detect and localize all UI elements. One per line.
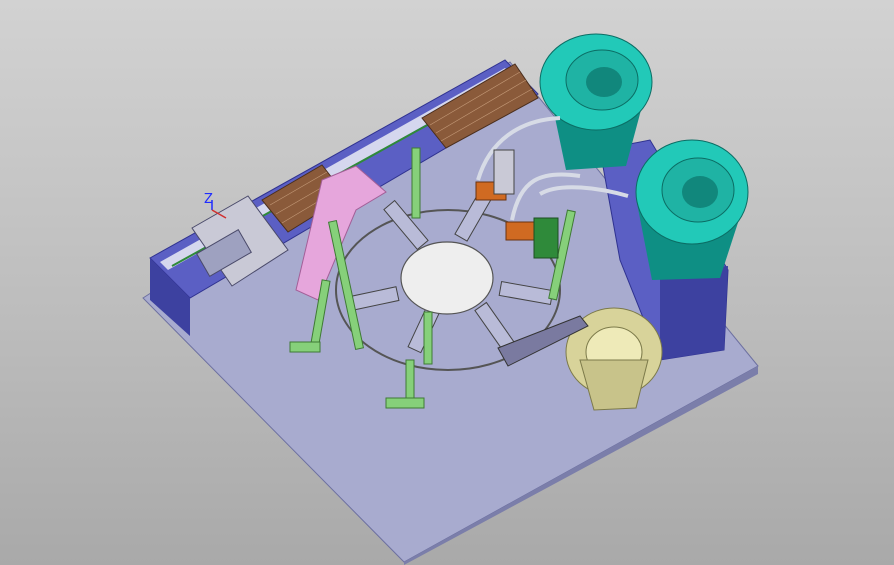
assembly-model[interactable]	[0, 0, 894, 565]
triad-z-label: Z	[204, 192, 213, 207]
vibratory-feeder-bowl-bottom[interactable]	[635, 139, 749, 280]
cad-viewport[interactable]: Z	[0, 0, 894, 565]
rotary-table-disc[interactable]	[400, 241, 494, 315]
bowl-support-face	[660, 266, 728, 360]
